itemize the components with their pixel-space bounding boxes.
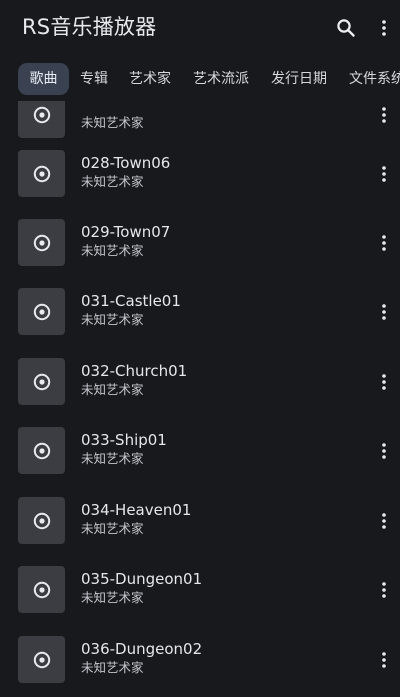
disc-icon [33,303,50,320]
song-artist: 未知艺术家 [81,521,144,536]
album-thumbnail [18,219,65,266]
song-more-button[interactable] [372,366,396,398]
more-vert-icon [382,443,386,459]
album-thumbnail [18,497,65,544]
tab-artists[interactable]: 艺术家 [129,63,171,95]
disc-icon [33,373,50,390]
search-icon [337,19,355,37]
tab-songs[interactable]: 歌曲 [18,63,69,95]
song-row[interactable]: 033-Ship01 未知艺术家 [0,419,400,488]
more-vert-icon [382,166,386,182]
song-more-button[interactable] [372,99,396,131]
song-artist: 未知艺术家 [81,174,144,189]
song-artist: 未知艺术家 [81,312,144,327]
song-row[interactable]: 034-Heaven01 未知艺术家 [0,489,400,558]
song-more-button[interactable] [372,505,396,537]
album-thumbnail [18,566,65,613]
song-more-button[interactable] [372,158,396,190]
more-vert-icon [382,107,386,123]
app-title: RS音乐播放器 [22,15,157,39]
disc-icon [33,106,50,123]
song-more-button[interactable] [372,644,396,676]
song-artist: 未知艺术家 [81,590,144,605]
more-vert-icon [382,304,386,320]
disc-icon [33,512,50,529]
more-vert-icon [382,235,386,251]
more-vert-icon [382,652,386,668]
song-row[interactable]: 028-Town06 未知艺术家 [0,142,400,211]
more-vert-icon [382,374,386,390]
song-title: 035-Dungeon01 [81,570,203,588]
overflow-menu-button[interactable] [368,12,400,44]
song-row[interactable]: 035-Dungeon01 未知艺术家 [0,558,400,627]
album-thumbnail [18,358,65,405]
more-vert-icon [382,513,386,529]
song-title: 031-Castle01 [81,292,181,310]
song-title: 028-Town06 [81,154,171,172]
song-row[interactable]: 032-Church01 未知艺术家 [0,350,400,419]
disc-icon [33,442,50,459]
song-title: 029-Town07 [81,223,171,241]
song-artist: 未知艺术家 [81,660,144,675]
song-artist: 未知艺术家 [81,115,144,130]
song-artist: 未知艺术家 [81,243,144,258]
song-title: 033-Ship01 [81,431,167,449]
tab-file-system[interactable]: 文件系统 [349,63,400,95]
tab-release-dates[interactable]: 发行日期 [271,63,327,95]
search-button[interactable] [330,12,362,44]
song-title: 036-Dungeon02 [81,640,203,658]
album-thumbnail [18,288,65,335]
song-more-button[interactable] [372,574,396,606]
tab-genres[interactable]: 艺术流派 [193,63,249,95]
album-thumbnail [18,427,65,474]
tab-albums[interactable]: 专辑 [80,63,108,95]
disc-icon [33,581,50,598]
song-list[interactable]: 未知艺术家 028-Town06 未知艺术家 029-Town07 未知艺术家 [0,0,400,697]
song-row[interactable]: 031-Castle01 未知艺术家 [0,280,400,349]
song-row[interactable]: 036-Dungeon02 未知艺术家 [0,628,400,697]
album-thumbnail [18,636,65,683]
song-artist: 未知艺术家 [81,382,144,397]
song-more-button[interactable] [372,227,396,259]
song-more-button[interactable] [372,296,396,328]
more-vert-icon [382,582,386,598]
song-title: 032-Church01 [81,362,188,380]
music-player-app: 未知艺术家 028-Town06 未知艺术家 029-Town07 未知艺术家 [0,0,400,697]
category-tabs: 歌曲 专辑 艺术家 艺术流派 发行日期 文件系统 [0,57,400,101]
song-title: 034-Heaven01 [81,501,192,519]
disc-icon [33,651,50,668]
disc-icon [33,165,50,182]
disc-icon [33,234,50,251]
app-bar: RS音乐播放器 [0,0,400,56]
song-row[interactable]: 029-Town07 未知艺术家 [0,211,400,280]
song-artist: 未知艺术家 [81,451,144,466]
album-thumbnail [18,150,65,197]
more-vert-icon [382,20,386,36]
song-more-button[interactable] [372,435,396,467]
